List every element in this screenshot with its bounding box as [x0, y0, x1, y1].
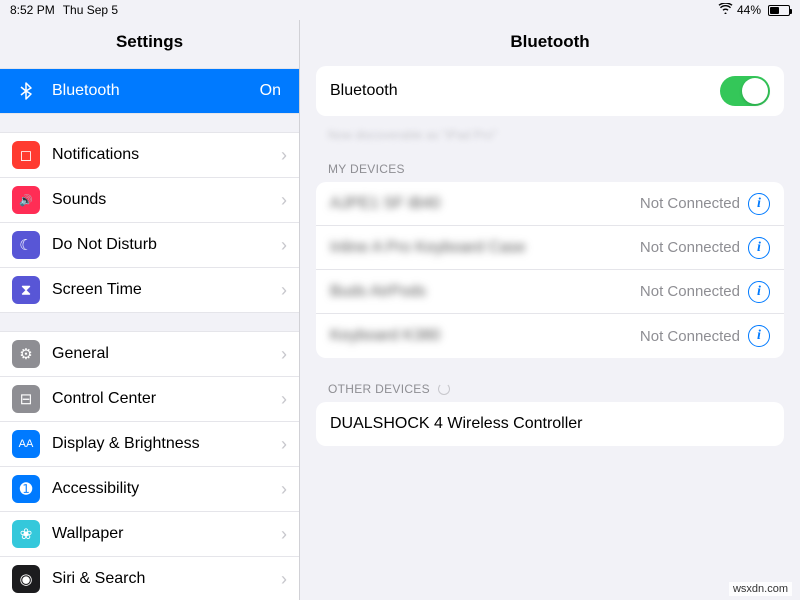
- display-brightness-icon: AA: [12, 430, 40, 458]
- info-icon[interactable]: i: [748, 325, 770, 347]
- sidebar-section-bluetooth: Bluetooth On: [0, 68, 299, 114]
- status-time: 8:52 PM: [10, 3, 55, 17]
- toggle-label: Bluetooth: [330, 82, 720, 100]
- chevron-right-icon: ›: [281, 235, 287, 256]
- sounds-icon: 🔊: [12, 186, 40, 214]
- device-status: Not Connected: [640, 283, 740, 300]
- chevron-right-icon: ›: [281, 569, 287, 590]
- sidebar-item-label: Do Not Disturb: [52, 236, 281, 254]
- do-not-disturb-icon: ☾: [12, 231, 40, 259]
- info-icon[interactable]: i: [748, 193, 770, 215]
- siri-search-icon: ◉: [12, 565, 40, 593]
- sidebar-item-label: Sounds: [52, 191, 281, 209]
- sidebar-item-accessibility[interactable]: ➊ Accessibility›: [0, 467, 299, 512]
- other-devices-header: OTHER DEVICES: [300, 366, 800, 402]
- device-status: Not Connected: [640, 239, 740, 256]
- device-name: AJPE1 SF iB40: [330, 195, 640, 213]
- sidebar-title: Settings: [0, 20, 299, 62]
- status-date: Thu Sep 5: [63, 3, 118, 17]
- sidebar-section-notifications: ◻Notifications›🔊Sounds›☾Do Not Disturb›⧗…: [0, 132, 299, 313]
- battery-icon: [765, 5, 790, 16]
- sidebar-item-label: Accessibility: [52, 480, 281, 498]
- sidebar-item-siri-search[interactable]: ◉ Siri & Search›: [0, 557, 299, 600]
- my-devices-list: AJPE1 SF iB40Not ConnectediInline A Pro …: [316, 182, 784, 358]
- wallpaper-icon: ❀: [12, 520, 40, 548]
- chevron-right-icon: ›: [281, 434, 287, 455]
- chevron-right-icon: ›: [281, 524, 287, 545]
- chevron-right-icon: ›: [281, 389, 287, 410]
- info-icon[interactable]: i: [748, 237, 770, 259]
- device-name: DUALSHOCK 4 Wireless Controller: [330, 415, 770, 433]
- other-device-row[interactable]: DUALSHOCK 4 Wireless Controller: [316, 402, 784, 446]
- other-devices-list: DUALSHOCK 4 Wireless Controller: [316, 402, 784, 446]
- device-name: Keyboard K380: [330, 327, 640, 345]
- bluetooth-toggle-card: Bluetooth: [316, 66, 784, 116]
- chevron-right-icon: ›: [281, 479, 287, 500]
- spinner-icon: [438, 383, 450, 395]
- sidebar-section-general: ⚙General›⊟Control Center›AADisplay & Bri…: [0, 331, 299, 600]
- settings-sidebar: Settings Bluetooth On ◻Notifications›🔊So…: [0, 20, 300, 600]
- accessibility-icon: ➊: [12, 475, 40, 503]
- bluetooth-toggle[interactable]: [720, 76, 770, 106]
- chevron-right-icon: ›: [281, 190, 287, 211]
- general-icon: ⚙: [12, 340, 40, 368]
- watermark: wsxdn.com: [729, 582, 792, 596]
- sidebar-item-control-center[interactable]: ⊟ Control Center›: [0, 377, 299, 422]
- sidebar-item-label: Wallpaper: [52, 525, 281, 543]
- chevron-right-icon: ›: [281, 280, 287, 301]
- sidebar-item-label: Siri & Search: [52, 570, 281, 588]
- sidebar-item-wallpaper[interactable]: ❀ Wallpaper›: [0, 512, 299, 557]
- battery-percent: 44%: [737, 3, 761, 17]
- sidebar-item-do-not-disturb[interactable]: ☾ Do Not Disturb›: [0, 223, 299, 268]
- control-center-icon: ⊟: [12, 385, 40, 413]
- chevron-right-icon: ›: [281, 145, 287, 166]
- discoverable-text: Now discoverable as "iPad Pro": [300, 124, 800, 146]
- sidebar-item-value: On: [260, 82, 281, 100]
- sidebar-item-sounds[interactable]: 🔊 Sounds›: [0, 178, 299, 223]
- device-name: Inline A Pro Keyboard Case: [330, 239, 640, 257]
- sidebar-item-bluetooth[interactable]: Bluetooth On: [0, 69, 299, 113]
- device-row[interactable]: Keyboard K380Not Connected i: [316, 314, 784, 358]
- sidebar-item-label: Screen Time: [52, 281, 281, 299]
- detail-title: Bluetooth: [300, 20, 800, 66]
- sidebar-item-notifications[interactable]: ◻ Notifications›: [0, 133, 299, 178]
- device-status: Not Connected: [640, 195, 740, 212]
- sidebar-item-label: Bluetooth: [52, 82, 260, 100]
- device-status: Not Connected: [640, 328, 740, 345]
- chevron-right-icon: ›: [281, 344, 287, 365]
- device-row[interactable]: Buds AirPodsNot Connected i: [316, 270, 784, 314]
- notifications-icon: ◻: [12, 141, 40, 169]
- device-row[interactable]: AJPE1 SF iB40Not Connected i: [316, 182, 784, 226]
- status-bar: 8:52 PM Thu Sep 5 44%: [0, 0, 800, 20]
- bluetooth-toggle-row[interactable]: Bluetooth: [316, 66, 784, 116]
- sidebar-item-label: Notifications: [52, 146, 281, 164]
- device-name: Buds AirPods: [330, 283, 640, 301]
- sidebar-item-general[interactable]: ⚙ General›: [0, 332, 299, 377]
- bluetooth-icon: [12, 77, 40, 105]
- sidebar-item-screen-time[interactable]: ⧗ Screen Time›: [0, 268, 299, 312]
- sidebar-item-label: Control Center: [52, 390, 281, 408]
- sidebar-item-label: Display & Brightness: [52, 435, 281, 453]
- my-devices-header: MY DEVICES: [300, 146, 800, 182]
- wifi-icon: [718, 3, 733, 17]
- info-icon[interactable]: i: [748, 281, 770, 303]
- sidebar-item-label: General: [52, 345, 281, 363]
- detail-pane: Bluetooth Bluetooth Now discoverable as …: [300, 20, 800, 600]
- sidebar-item-display-brightness[interactable]: AA Display & Brightness›: [0, 422, 299, 467]
- screen-time-icon: ⧗: [12, 276, 40, 304]
- device-row[interactable]: Inline A Pro Keyboard CaseNot Connected i: [316, 226, 784, 270]
